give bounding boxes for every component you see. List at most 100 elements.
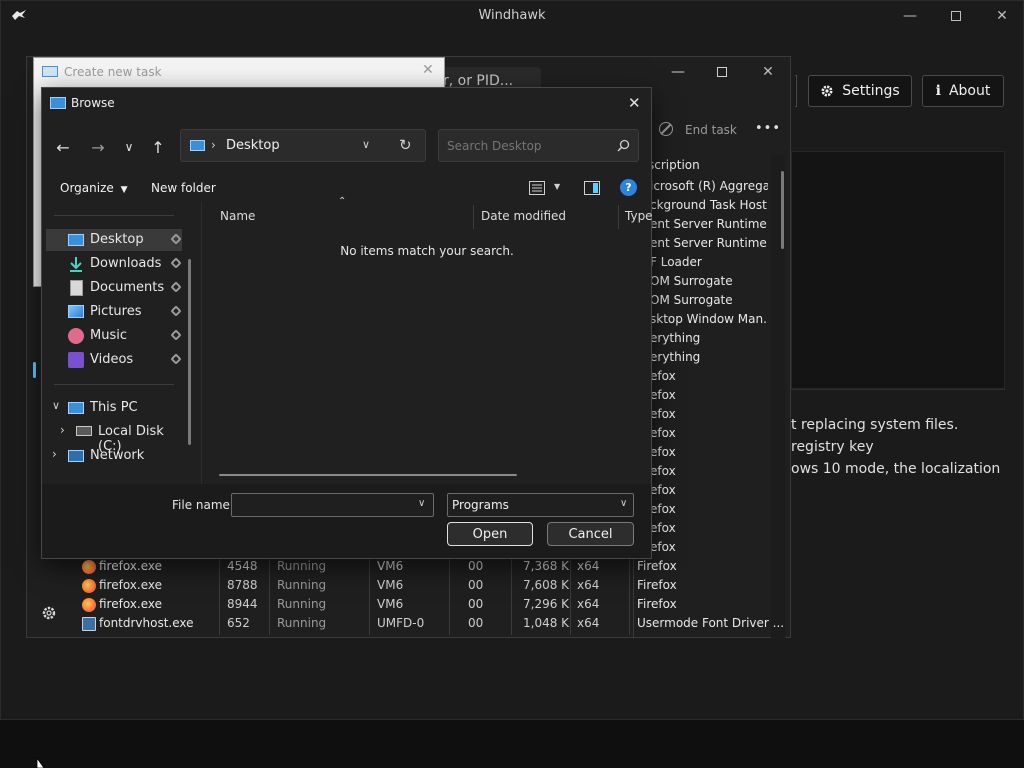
column-separator[interactable] (473, 205, 474, 229)
process-description[interactable]: erything (650, 331, 768, 345)
column-separator[interactable] (618, 205, 619, 229)
preview-pane-button[interactable] (584, 181, 600, 195)
file-type-select[interactable]: Programs ∨ (447, 493, 634, 517)
sidebar-item-music[interactable]: Music ⬤ (46, 325, 182, 347)
process-description[interactable]: efox (650, 502, 768, 516)
tm-minimize-button[interactable]: — (655, 57, 701, 87)
nav-divider (54, 384, 174, 385)
pin-icon[interactable]: ⬤ (170, 329, 182, 341)
pin-icon[interactable]: ⬤ (170, 305, 182, 317)
up-button[interactable]: ↑ (145, 134, 171, 160)
process-description[interactable]: efox (650, 521, 768, 535)
process-description[interactable]: F Loader (650, 255, 768, 269)
file-name-input[interactable] (237, 497, 407, 513)
pin-icon[interactable]: ⬤ (170, 233, 182, 245)
process-description[interactable]: ent Server Runtime ... (650, 236, 768, 250)
back-button[interactable]: ← (50, 134, 76, 160)
address-bar[interactable]: › Desktop ∨ ↻ (180, 129, 426, 162)
process-arch: x64 (577, 616, 600, 630)
sidebar-item-desktop[interactable]: Desktop ⬤ (46, 229, 182, 251)
browse-close-button[interactable]: ✕ (628, 94, 641, 112)
end-task-button[interactable]: End task (659, 121, 739, 141)
breadcrumb[interactable]: Desktop (226, 138, 280, 153)
browse-title: Browse (71, 96, 115, 110)
process-description[interactable]: OM Surrogate (650, 293, 768, 307)
refresh-icon[interactable]: ↻ (399, 136, 412, 154)
chevron-down-icon[interactable]: ∨ (418, 498, 425, 509)
network-icon (68, 450, 84, 462)
nav-this-pc[interactable]: ∨ This PC (46, 397, 182, 419)
process-description[interactable]: efox (650, 464, 768, 478)
tm-maximize-button[interactable] (699, 57, 745, 87)
process-description[interactable]: ent Server Runtime ... (650, 217, 768, 231)
view-options-button[interactable]: ▼ (529, 180, 563, 198)
nav-network-label: Network (90, 448, 145, 463)
nav-network[interactable]: › Network (46, 445, 182, 467)
process-description[interactable]: efox (650, 483, 768, 497)
process-description[interactable]: OM Surrogate (650, 274, 768, 288)
table-row[interactable]: fontdrvhost.exe 652 Running UMFD-0 00 1,048 K… (27, 614, 784, 635)
table-row[interactable]: firefox.exe 8788 Running VM6 00 7,608 K x64 Fir… (27, 576, 771, 597)
process-description[interactable]: erything (650, 350, 768, 364)
sidebar-item-label: Downloads (90, 256, 162, 271)
chevron-down-icon[interactable]: ∨ (362, 138, 370, 151)
process-description[interactable]: efox (650, 407, 768, 421)
process-description[interactable]: efox (650, 426, 768, 440)
process-description[interactable]: efox (650, 540, 768, 554)
sidebar-item-label: Videos (90, 352, 134, 367)
pin-icon[interactable]: ⬤ (170, 257, 182, 269)
process-description[interactable]: sktop Window Man... (650, 312, 768, 326)
search-box[interactable] (438, 129, 639, 162)
description-header[interactable]: scription (648, 158, 700, 172)
forward-button[interactable]: → (85, 134, 111, 160)
expand-chevron-icon[interactable]: ∨ (52, 399, 60, 412)
pin-icon[interactable]: ⬤ (170, 353, 182, 365)
table-row[interactable]: firefox.exe 8944 Running VM6 00 7,296 K x64 Fir… (27, 595, 771, 616)
process-cpu: 00 (468, 578, 484, 592)
file-name-field[interactable]: ∨ (231, 493, 434, 517)
process-description[interactable]: efox (650, 388, 768, 402)
minimize-button[interactable]: — (887, 1, 933, 31)
nav-local-disk[interactable]: › Local Disk (C:) (46, 421, 182, 454)
search-icon (617, 139, 630, 152)
close-button[interactable]: ✕ (979, 1, 1024, 31)
process-description[interactable]: efox (650, 445, 768, 459)
pin-icon[interactable]: ⬤ (170, 281, 182, 293)
new-folder-button[interactable]: New folder (151, 181, 216, 195)
partial-button[interactable] (795, 75, 797, 107)
about-button[interactable]: i About (922, 75, 1004, 107)
settings-button[interactable]: Settings (808, 75, 912, 107)
tm-scrollbar[interactable] (771, 155, 785, 639)
column-type[interactable]: Type (625, 209, 653, 223)
create-task-close-button[interactable]: ✕ (422, 62, 434, 78)
maximize-button[interactable] (933, 1, 979, 31)
tm-scrollbar-thumb[interactable] (781, 171, 784, 249)
sidebar-item-downloads[interactable]: Downloads ⬤ (46, 253, 182, 275)
expand-chevron-icon[interactable]: › (52, 447, 57, 461)
table-row[interactable]: firefox.exe 4548 Running VM6 00 7,368 K x64 Fir… (27, 557, 771, 578)
column-name[interactable]: Name (220, 209, 255, 223)
help-icon[interactable]: ? (620, 179, 637, 196)
chevron-down-icon: ∨ (620, 498, 628, 509)
open-button[interactable]: Open (447, 522, 533, 546)
sidebar-item-pictures[interactable]: Pictures ⬤ (46, 301, 182, 323)
cancel-button[interactable]: Cancel (547, 522, 634, 546)
organize-button[interactable]: Organize ▼ (60, 181, 128, 195)
sidebar-item-label: Pictures (90, 304, 142, 319)
process-description[interactable]: ckground Task Host (650, 198, 768, 212)
sidebar-item-documents[interactable]: Documents ⬤ (46, 277, 182, 299)
tm-settings-button[interactable] (41, 605, 57, 625)
search-input[interactable] (447, 137, 607, 155)
horizontal-scrollbar[interactable] (219, 474, 517, 476)
nav-scrollbar-thumb[interactable] (188, 259, 191, 445)
expand-chevron-icon[interactable]: › (60, 423, 65, 437)
column-separator (511, 616, 512, 635)
sidebar-item-label: Documents (90, 280, 165, 295)
recent-locations-button[interactable]: ∨ (116, 134, 142, 160)
tm-close-button[interactable]: ✕ (745, 57, 791, 87)
sidebar-item-videos[interactable]: Videos ⬤ (46, 349, 182, 371)
process-description[interactable]: icrosoft (R) Aggrega... (650, 179, 768, 193)
more-options-button[interactable]: ••• (755, 121, 781, 136)
process-description[interactable]: efox (650, 369, 768, 383)
column-date-modified[interactable]: Date modified (481, 209, 566, 223)
